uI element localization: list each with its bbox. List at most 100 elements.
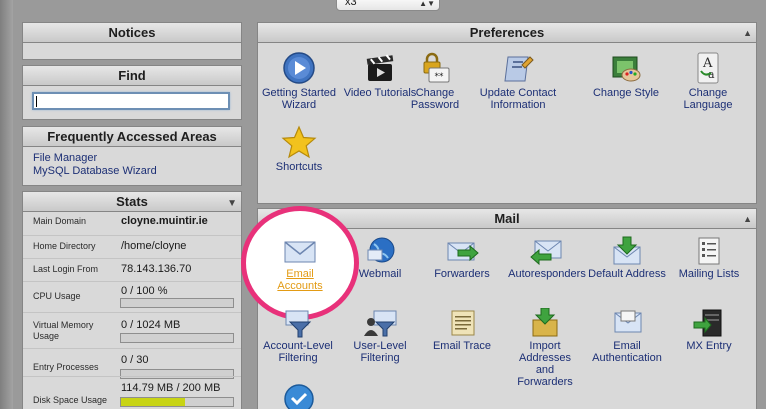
- autoresponders-item[interactable]: Autoresponders: [505, 236, 589, 280]
- account-level-filtering-item[interactable]: Account-Level Filtering: [256, 308, 340, 364]
- forwarders-item[interactable]: Forwarders: [420, 236, 504, 280]
- scroll-icon: [451, 310, 475, 336]
- default-address-item[interactable]: Default Address: [585, 236, 669, 280]
- item-label: Account-Level Filtering: [263, 340, 333, 364]
- star-icon: [281, 125, 317, 159]
- stats-value: 0 / 30: [121, 354, 149, 366]
- stats-value: 0 / 100 %: [121, 285, 168, 297]
- stats-panel: Stats ▼ Main Domain cloyne.muintir.ie Ho…: [22, 191, 242, 409]
- collapse-arrow-icon[interactable]: ▼: [227, 194, 237, 213]
- preferences-title: Preferences: [469, 25, 545, 40]
- stats-row-main-domain: Main Domain cloyne.muintir.ie: [23, 212, 241, 235]
- svg-text:**: **: [435, 72, 445, 82]
- mysql-wizard-link[interactable]: MySQL Database Wizard: [33, 165, 157, 178]
- language-letters-icon: Aa: [697, 52, 719, 84]
- item-label: Shortcuts: [275, 161, 323, 173]
- item-label: Default Address: [588, 268, 666, 280]
- notices-header: Notices: [23, 23, 241, 43]
- import-addresses-item[interactable]: Import Addresses and Forwarders: [503, 308, 587, 388]
- item-label: Email Trace: [432, 340, 492, 352]
- preferences-header: Preferences ▲: [258, 23, 756, 43]
- collapse-arrow-icon[interactable]: ▲: [743, 24, 752, 43]
- email-trace-item[interactable]: Email Trace: [420, 308, 504, 352]
- item-label: Mailing Lists: [678, 268, 740, 280]
- lock-password-icon: **: [423, 52, 450, 83]
- forward-arrow-icon: [447, 242, 479, 262]
- item-label: Update Contact Information: [479, 87, 557, 111]
- find-panel: Find: [22, 65, 242, 120]
- reply-envelope-icon: [530, 240, 562, 266]
- frequent-areas-panel: Frequently Accessed Areas File Manager M…: [22, 126, 242, 186]
- theme-select-value: x3: [345, 0, 357, 8]
- left-edge-bar: [0, 0, 13, 409]
- stats-row-entry-processes: Entry Processes 0 / 30: [23, 348, 241, 379]
- item-label: Forwarders: [434, 268, 490, 280]
- item-label: Autoresponders: [508, 268, 586, 280]
- user-level-filtering-item[interactable]: User-Level Filtering: [338, 308, 422, 364]
- memory-usage-bar: [120, 333, 234, 343]
- stats-label: Last Login From: [33, 264, 99, 274]
- contact-card-icon: [504, 56, 534, 82]
- import-box-icon: [532, 308, 558, 337]
- server-icon: [693, 309, 722, 337]
- getting-started-wizard-item[interactable]: Getting Started Wizard: [257, 51, 341, 111]
- stats-value: /home/cloyne: [121, 240, 187, 252]
- item-label: User-Level Filtering: [353, 340, 407, 364]
- mailing-lists-item[interactable]: Mailing Lists: [667, 236, 751, 280]
- stats-label: CPU Usage: [33, 291, 81, 301]
- disk-usage-bar: [120, 397, 234, 407]
- update-contact-information-item[interactable]: Update Contact Information: [476, 51, 560, 111]
- bar-fill: [121, 398, 186, 406]
- paint-palette-icon: [612, 56, 641, 82]
- email-authentication-item[interactable]: Email Authentication: [585, 308, 669, 364]
- shortcuts-item[interactable]: Shortcuts: [257, 125, 341, 173]
- mx-entry-item[interactable]: MX Entry: [667, 308, 751, 352]
- list-icon: [698, 237, 720, 265]
- key-envelope-icon: [614, 310, 642, 333]
- item-label: Email Accounts: [277, 268, 323, 292]
- stats-value: 0 / 1024 MB: [121, 319, 181, 331]
- stats-label: Main Domain: [33, 216, 87, 226]
- item-label: Change Password: [410, 87, 460, 111]
- text-caret: [36, 96, 37, 107]
- cpu-usage-bar: [120, 298, 234, 308]
- stats-value: 114.79 MB / 200 MB: [121, 382, 221, 394]
- stats-label: Entry Processes: [33, 362, 99, 372]
- partial-refresh-icon[interactable]: [282, 382, 316, 409]
- change-language-item[interactable]: Aa Change Language: [666, 51, 750, 111]
- notices-panel: Notices: [22, 22, 242, 60]
- user-funnel-icon: [364, 310, 397, 337]
- change-password-item[interactable]: ** Change Password: [393, 51, 477, 111]
- stats-row-disk-space: Disk Space Usage 114.79 MB / 200 MB: [23, 376, 241, 409]
- download-arrow-icon: [613, 236, 641, 265]
- file-manager-link[interactable]: File Manager: [33, 152, 157, 165]
- item-label: Email Authentication: [592, 340, 662, 364]
- funnel-icon: [285, 310, 312, 338]
- change-style-item[interactable]: Change Style: [584, 51, 668, 99]
- stats-row-virtual-memory: Virtual Memory Usage 0 / 1024 MB: [23, 312, 241, 348]
- globe-icon: [367, 237, 395, 263]
- stats-row-cpu-usage: CPU Usage 0 / 100 %: [23, 281, 241, 312]
- item-label: Import Addresses and Forwarders: [517, 340, 573, 388]
- play-icon: [283, 52, 315, 84]
- item-label: MX Entry: [686, 340, 732, 352]
- stats-label: Disk Space Usage: [33, 395, 108, 405]
- stats-label: Home Directory: [33, 241, 96, 251]
- mail-title: Mail: [494, 211, 520, 226]
- item-label: Change Style: [592, 87, 660, 99]
- stats-label: Virtual Memory Usage: [33, 320, 94, 341]
- envelope-icon: [284, 241, 316, 263]
- preferences-panel: Preferences ▲ Getting Started Wizard Vid…: [257, 22, 757, 204]
- item-label: Change Language: [683, 87, 733, 111]
- webmail-item[interactable]: Webmail: [338, 236, 422, 280]
- item-label: Webmail: [358, 268, 402, 280]
- find-input[interactable]: [32, 92, 230, 110]
- select-arrows-icon: ▲▼: [419, 0, 435, 8]
- find-header: Find: [23, 66, 241, 86]
- item-label: Getting Started Wizard: [262, 87, 336, 111]
- email-accounts-item[interactable]: Email Accounts: [258, 236, 342, 292]
- stats-value: 78.143.136.70: [121, 263, 192, 275]
- collapse-arrow-icon[interactable]: ▲: [743, 210, 752, 229]
- theme-select[interactable]: x3 ▲▼: [336, 0, 440, 11]
- stats-title: Stats: [116, 194, 148, 209]
